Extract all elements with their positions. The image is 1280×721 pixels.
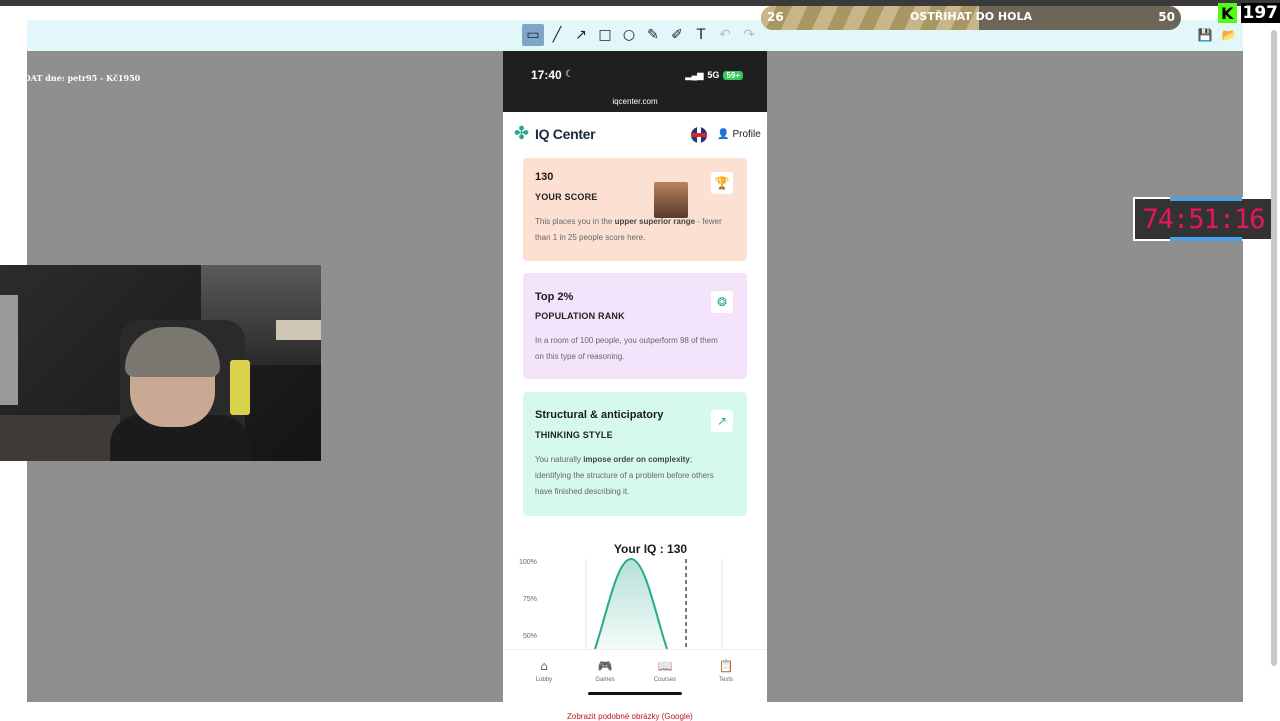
status-time: 17:40 — [531, 68, 562, 82]
score-description: This places you in the upper superior ra… — [535, 214, 725, 246]
save-icon[interactable]: 💾 — [1194, 24, 1216, 46]
signal-icon: ▂▄▆ — [685, 71, 703, 80]
network-type: 5G — [707, 70, 719, 80]
profile-label: Profile — [732, 129, 760, 140]
kick-logo-icon: K — [1218, 3, 1237, 23]
clipboard-icon: 📋 — [701, 659, 751, 675]
battery-icon: 59+ — [723, 71, 743, 80]
user-icon: 👤 — [717, 129, 729, 140]
iq-distribution-chart: 100% 75% 50% — [517, 553, 757, 649]
rank-value: Top 2% — [535, 291, 573, 303]
phone-status-bar: 17:40 ☾ ▂▄▆ 5G 59+ iqcenter.com — [503, 51, 767, 112]
select-rect-tool[interactable]: ▭ — [522, 24, 544, 46]
rank-card: Top 2% POPULATION RANK In a room of 100 … — [523, 273, 747, 379]
goal-label: OSTŘIHAT DO HOLA — [761, 10, 1181, 23]
style-value: Structural & anticipatory — [535, 409, 663, 421]
rank-description: In a room of 100 people, you outperform … — [535, 333, 725, 365]
home-indicator — [588, 692, 682, 695]
emote-sticker — [654, 182, 688, 218]
arrow-tool[interactable]: ↗ — [570, 24, 592, 46]
nav-courses[interactable]: 📖 Courses — [640, 659, 690, 683]
ytick-75: 75% — [523, 596, 537, 603]
style-description: You naturally impose order on complexity… — [535, 452, 725, 500]
home-icon: ⌂ — [519, 659, 569, 675]
rank-label: POPULATION RANK — [535, 311, 625, 321]
marker-tool[interactable]: ✐ — [666, 24, 688, 46]
ellipse-tool[interactable]: ○ — [618, 24, 640, 46]
book-icon: 📖 — [640, 659, 690, 675]
line-tool[interactable]: ╱ — [546, 24, 568, 46]
profile-button[interactable]: 👤 Profile — [717, 129, 761, 140]
timer-text: 74:51:16 — [1142, 204, 1264, 235]
score-label: YOUR SCORE — [535, 192, 598, 202]
nav-games[interactable]: 🎮 Games — [580, 659, 630, 683]
page-scrollbar[interactable] — [1271, 30, 1277, 666]
distribution-area — [595, 559, 667, 649]
app-header: ✤ IQ Center 👤 Profile — [503, 112, 767, 158]
open-folder-icon[interactable]: 📂 — [1218, 24, 1240, 46]
ytick-50: 50% — [523, 633, 537, 640]
thinking-style-card: Structural & anticipatory THINKING STYLE… — [523, 392, 747, 516]
brain-icon: ❂ — [711, 291, 733, 313]
undo-tool[interactable]: ↶ — [714, 24, 736, 46]
goal-progress-bar: 26 OSTŘIHAT DO HOLA 50 — [761, 6, 1181, 30]
viewer-count: 197 — [1241, 3, 1280, 23]
webcam-overlay — [0, 265, 321, 461]
phone-screenshot: 17:40 ☾ ▂▄▆ 5G 59+ iqcenter.com ✤ IQ Cen… — [503, 51, 767, 702]
redo-tool[interactable]: ↷ — [738, 24, 760, 46]
moon-icon: ☾ — [565, 69, 574, 80]
donation-watermark: SOAT dne: petr95 - Kč1950 — [18, 73, 140, 83]
subathon-timer: 74:51:16 — [1133, 197, 1274, 241]
trophy-icon: 🏆 — [711, 172, 733, 194]
brain-logo-icon[interactable]: ✤ — [514, 123, 534, 145]
app-logo[interactable]: IQ Center — [535, 126, 595, 142]
brush-tool[interactable]: ✎ — [642, 24, 664, 46]
url-bar[interactable]: iqcenter.com — [503, 97, 767, 106]
style-label: THINKING STYLE — [535, 430, 613, 440]
nav-tests[interactable]: 📋 Tests — [701, 659, 751, 683]
rectangle-tool[interactable]: □ — [594, 24, 616, 46]
kick-viewer-counter: K 197 — [1218, 2, 1280, 24]
score-card: 130 YOUR SCORE This places you in the up… — [523, 158, 747, 261]
trend-up-icon: ↗ — [711, 410, 733, 432]
nav-lobby[interactable]: ⌂ Lobby — [519, 659, 569, 683]
gamepad-icon: 🎮 — [580, 659, 630, 675]
ytick-100: 100% — [519, 559, 537, 566]
goal-target: 50 — [1158, 10, 1175, 24]
text-tool[interactable]: T — [690, 24, 712, 46]
score-value: 130 — [535, 171, 553, 183]
uk-flag-icon[interactable] — [691, 127, 707, 143]
